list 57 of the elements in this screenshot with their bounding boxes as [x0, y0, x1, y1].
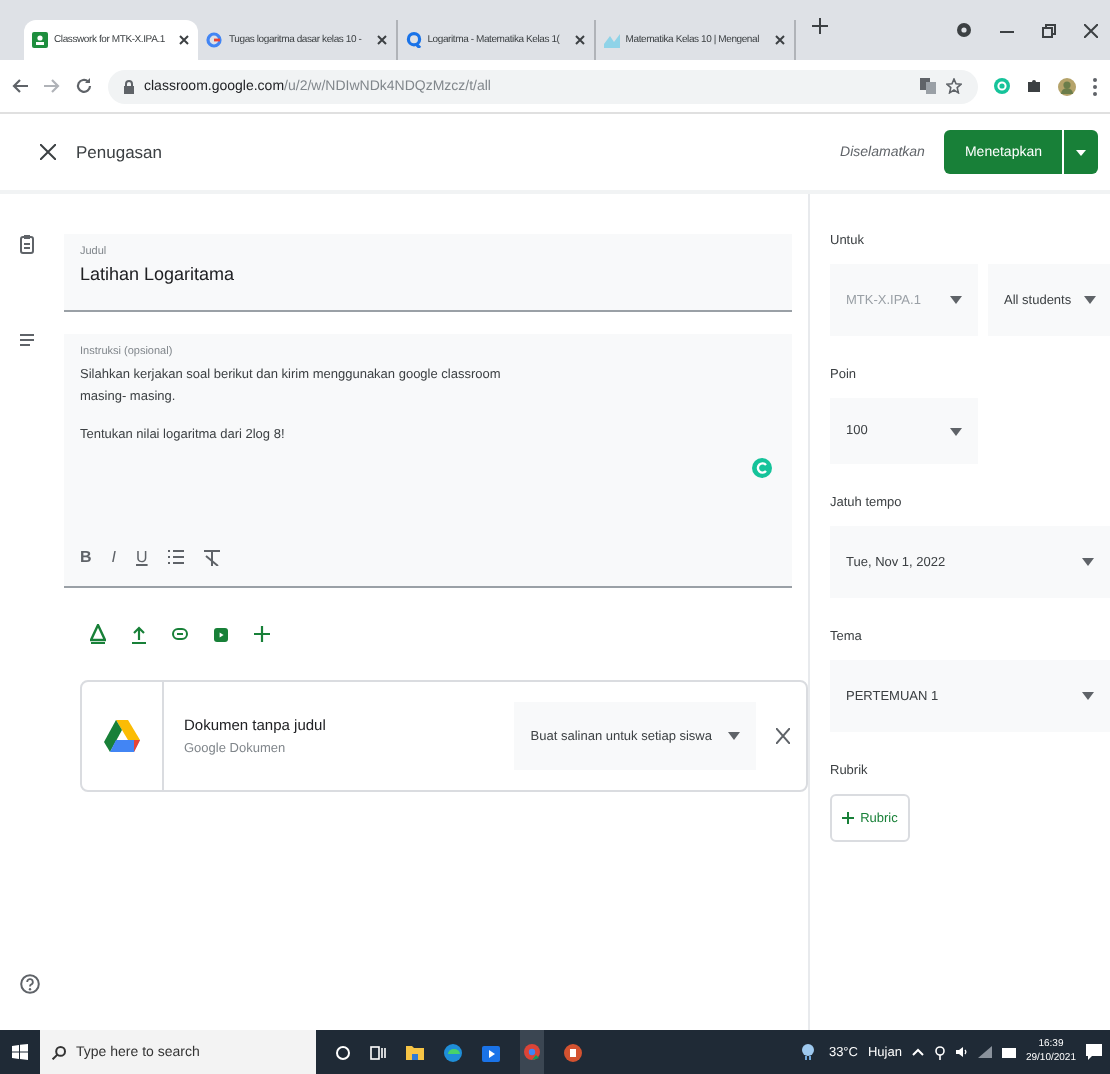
avatar-icon[interactable] [1058, 77, 1076, 95]
text-lines-icon [20, 334, 34, 346]
help-icon[interactable] [20, 974, 40, 994]
underline-button[interactable]: U [136, 548, 148, 566]
close-icon[interactable] [776, 728, 790, 744]
clear-formatting-icon[interactable] [203, 549, 220, 565]
task-view-icon[interactable] [370, 1045, 386, 1059]
italic-button[interactable]: I [111, 548, 117, 566]
volume-icon[interactable] [955, 1046, 968, 1058]
wave-browser-icon[interactable] [444, 1043, 462, 1061]
caret-icon [1076, 149, 1086, 155]
close-icon[interactable] [573, 34, 586, 46]
page-title: Penugasan [76, 142, 163, 162]
bold-button[interactable]: B [80, 548, 92, 566]
lock-icon [124, 79, 134, 93]
circle-icon[interactable] [336, 1045, 350, 1059]
media-app-icon[interactable] [482, 1043, 500, 1061]
new-tab-icon[interactable] [811, 18, 828, 34]
keyboard-icon[interactable] [1001, 1047, 1016, 1057]
video-icon[interactable] [214, 627, 228, 641]
dropdown-caret-icon [1082, 558, 1094, 566]
dropdown-caret-icon [1082, 692, 1094, 700]
profile-icon[interactable] [956, 22, 972, 38]
close-icon[interactable] [1084, 23, 1098, 37]
lens-icon [405, 32, 422, 48]
star-icon[interactable] [946, 78, 962, 94]
add-icon [842, 812, 855, 824]
link-icon[interactable] [172, 628, 188, 640]
slides-app-icon[interactable] [564, 1043, 582, 1061]
chevron-up-icon[interactable] [911, 1048, 924, 1056]
ring-icon [206, 32, 223, 48]
restore-icon[interactable] [1042, 23, 1056, 37]
close-icon[interactable] [773, 34, 786, 46]
close-icon[interactable] [40, 144, 56, 160]
notifications-icon[interactable] [1086, 1044, 1102, 1060]
search-icon [52, 1045, 66, 1059]
drive-logo-icon [104, 720, 140, 752]
drive-icon[interactable] [90, 624, 106, 644]
add-icon[interactable] [254, 626, 270, 642]
reload-icon[interactable] [76, 78, 92, 94]
bulleted-list-icon[interactable] [167, 550, 184, 564]
dropdown-caret-icon [950, 296, 962, 304]
dropdown-caret-icon [728, 732, 740, 740]
start-icon[interactable] [12, 1044, 28, 1060]
dropdown-caret-icon [950, 427, 962, 435]
back-icon[interactable] [12, 78, 28, 94]
upload-icon[interactable] [132, 625, 146, 643]
close-icon[interactable] [375, 34, 388, 46]
close-icon[interactable] [178, 34, 191, 46]
site-icon [603, 32, 620, 48]
clipboard-icon [20, 234, 34, 254]
dropdown-caret-icon [1084, 296, 1096, 304]
more-icon[interactable] [1092, 77, 1098, 95]
weather-icon [800, 1044, 819, 1060]
round-app-icon[interactable] [520, 1030, 544, 1074]
folder-icon[interactable] [406, 1044, 424, 1060]
board-icon [32, 32, 48, 48]
